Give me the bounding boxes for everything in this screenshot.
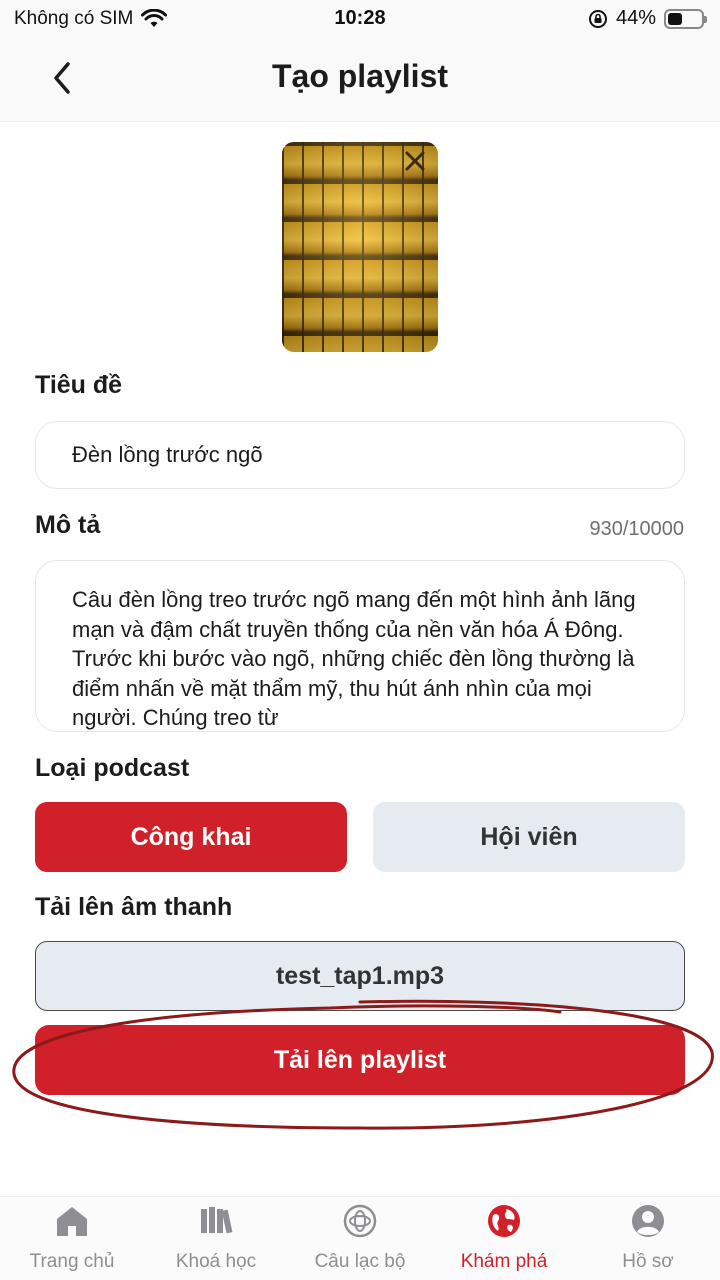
tab-bar: Trang chủ Khoá học Câu lạc bộ Khám phá H… — [0, 1196, 720, 1280]
orientation-lock-icon — [588, 9, 607, 28]
tab-explore[interactable]: Khám phá — [432, 1197, 576, 1280]
audio-upload-label: Tải lên âm thanh — [35, 893, 233, 921]
description-counter: 930/10000 — [589, 518, 684, 540]
status-right: 44% — [588, 7, 707, 30]
tab-profile-label: Hồ sơ — [622, 1251, 674, 1272]
tab-profile[interactable]: Hồ sơ — [576, 1197, 720, 1280]
tab-club-label: Câu lạc bộ — [314, 1251, 406, 1272]
podcast-type-member-button[interactable]: Hội viên — [373, 802, 685, 872]
home-icon — [57, 1207, 87, 1236]
status-bar: Không có SIM 10:28 44% — [0, 0, 720, 36]
podcast-type-public-button[interactable]: Công khai — [35, 802, 347, 872]
remove-cover-button[interactable] — [400, 146, 430, 176]
books-icon — [201, 1207, 233, 1234]
tab-club[interactable]: Câu lạc bộ — [288, 1197, 432, 1280]
playlist-cover-image[interactable] — [282, 142, 438, 352]
page-title: Tạo playlist — [271, 58, 449, 94]
description-textarea[interactable]: Câu đèn lồng treo trước ngõ mang đến một… — [35, 560, 685, 732]
audio-file-picker[interactable]: test_tap1.mp3 — [35, 941, 685, 1011]
nav-bar: Tạo playlist — [0, 36, 720, 122]
podcast-type-label: Loại podcast — [35, 754, 190, 782]
globe-icon — [488, 1205, 520, 1237]
title-input[interactable]: Đèn lồng trước ngõ — [35, 421, 685, 489]
tab-explore-label: Khám phá — [460, 1251, 548, 1272]
tab-home-label: Trang chủ — [29, 1251, 115, 1272]
battery-level — [668, 12, 683, 25]
tab-courses[interactable]: Khoá học — [144, 1197, 288, 1280]
profile-icon — [632, 1205, 664, 1237]
tab-courses-label: Khoá học — [175, 1251, 257, 1272]
battery-icon — [664, 8, 707, 29]
close-icon — [405, 151, 425, 171]
title-label: Tiêu đề — [35, 371, 123, 399]
tab-home[interactable]: Trang chủ — [0, 1197, 144, 1280]
battery-percent: 44% — [615, 7, 656, 29]
description-label: Mô tả — [35, 511, 101, 539]
club-icon — [343, 1204, 377, 1238]
upload-playlist-button[interactable]: Tải lên playlist — [35, 1025, 685, 1095]
